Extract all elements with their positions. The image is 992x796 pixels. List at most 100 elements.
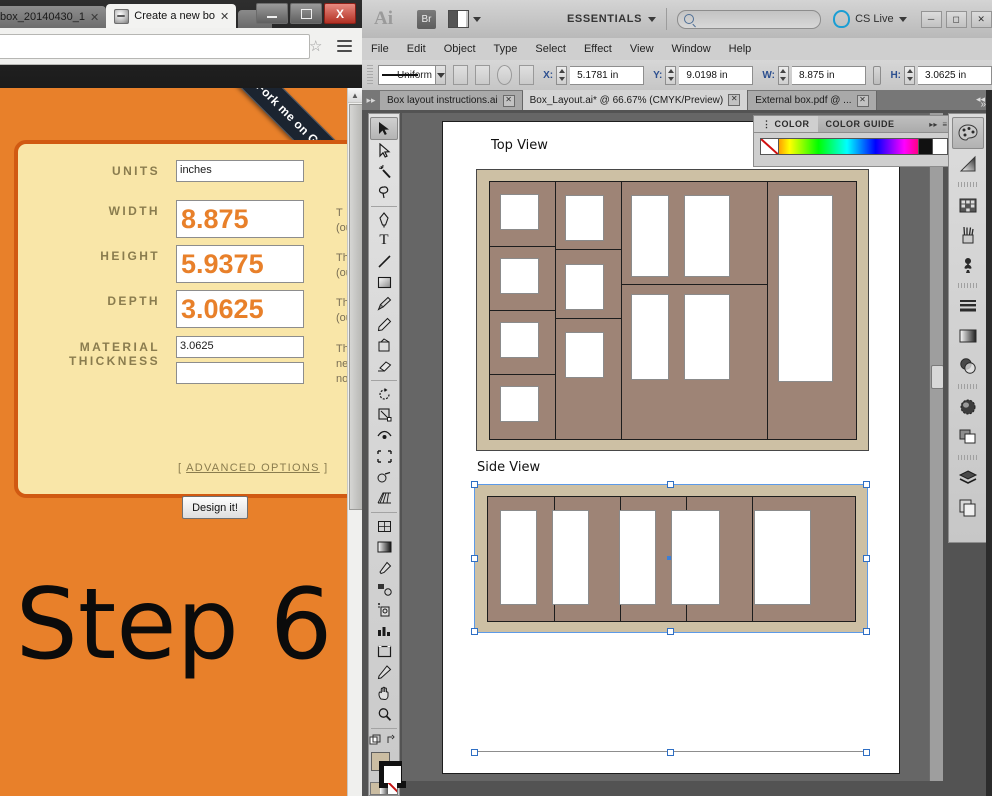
h-stepper[interactable] [904, 65, 916, 85]
shape-builder-tool[interactable] [371, 467, 397, 488]
bridge-button[interactable]: Br [417, 9, 436, 29]
x-position-field[interactable]: X: 5.1781 in [543, 65, 645, 85]
white-color-swatch[interactable] [932, 138, 948, 155]
canvas-scrollbar-vertical[interactable] [929, 113, 943, 781]
top-view-slot[interactable] [684, 294, 730, 380]
scale-tool[interactable] [371, 404, 397, 425]
browser-menu-icon[interactable] [337, 40, 352, 53]
stroke-panel-icon[interactable] [953, 291, 983, 321]
workspace-switcher[interactable]: ESSENTIALS [567, 13, 642, 25]
fill-and-stroke-swatches[interactable] [370, 751, 406, 788]
paintbrush-tool[interactable] [371, 293, 397, 314]
isolate-selected-object-icon[interactable] [453, 65, 469, 85]
top-view-box-inner[interactable] [489, 181, 857, 440]
slice-tool[interactable] [371, 662, 397, 683]
ai-close-button[interactable]: ✕ [970, 10, 992, 28]
units-input[interactable]: inches [176, 160, 304, 182]
selection-handle-br[interactable] [863, 628, 870, 635]
mesh-tool[interactable] [371, 516, 397, 537]
top-view-slot[interactable] [500, 194, 539, 230]
symbol-sprayer-tool[interactable] [371, 599, 397, 620]
cs-live-button[interactable]: CS Live [833, 10, 907, 28]
lower-handle-c[interactable] [667, 749, 674, 756]
help-search-input[interactable] [677, 9, 822, 29]
browser-scrollbar[interactable]: ▲ [347, 88, 362, 796]
top-view-slot[interactable] [500, 258, 539, 294]
browser-tab-0-close-icon[interactable]: ✕ [90, 11, 99, 24]
minimize-button[interactable] [256, 3, 288, 24]
transparency-panel-icon[interactable] [953, 351, 983, 381]
menu-edit[interactable]: Edit [398, 43, 435, 55]
lower-handle-l[interactable] [471, 749, 478, 756]
stroke-profile-select[interactable]: Uniform [377, 65, 436, 85]
close-button[interactable]: X [324, 3, 356, 24]
tab-color-guide[interactable]: COLOR GUIDE [818, 119, 903, 129]
design-it-button[interactable]: Design it! [182, 496, 248, 519]
width-tool[interactable] [371, 425, 397, 446]
transform-reference-point-icon[interactable] [519, 65, 535, 85]
color-panel-expand-icon[interactable]: ▸▸ [929, 120, 937, 129]
artboards-panel-icon[interactable] [953, 493, 983, 523]
menu-select[interactable]: Select [526, 43, 575, 55]
dock-group-grip[interactable] [958, 182, 978, 187]
hand-tool[interactable] [371, 683, 397, 704]
free-transform-tool[interactable] [371, 446, 397, 467]
top-view-box-outer[interactable] [476, 169, 869, 451]
magic-wand-tool[interactable] [371, 161, 397, 182]
artboard[interactable]: Top View Side View [442, 121, 900, 774]
y-stepper[interactable] [665, 65, 677, 85]
collapse-panels-icon[interactable]: ◂◂ [976, 94, 985, 105]
menu-view[interactable]: View [621, 43, 663, 55]
browser-scrollbar-thumb[interactable] [349, 104, 362, 510]
top-view-slot[interactable] [565, 264, 604, 310]
zoom-tool[interactable] [371, 704, 397, 725]
selection-handle-tr[interactable] [863, 481, 870, 488]
constrain-proportions-icon[interactable] [872, 65, 882, 85]
lower-handle-r[interactable] [863, 749, 870, 756]
menu-window[interactable]: Window [663, 43, 720, 55]
rotate-tool[interactable] [371, 384, 397, 405]
h-value[interactable]: 3.0625 in [918, 65, 992, 85]
gradient2-panel-icon[interactable] [953, 321, 983, 351]
arrange-documents-button[interactable] [448, 10, 481, 28]
control-bar-grip[interactable] [367, 65, 373, 85]
color-spectrum-bar[interactable] [760, 138, 934, 155]
menu-help[interactable]: Help [720, 43, 761, 55]
eraser-tool[interactable] [371, 356, 397, 377]
tab-color[interactable]: ⋮ COLOR [754, 116, 818, 132]
appearance-panel-icon[interactable] [953, 392, 983, 422]
depth-input[interactable]: 3.0625 [176, 290, 304, 328]
top-view-slot[interactable] [500, 322, 539, 358]
document-tab-1-close-icon[interactable]: ✕ [728, 94, 741, 106]
selection-handle-tc[interactable] [667, 481, 674, 488]
workspace-chevron-down-icon[interactable] [648, 16, 657, 22]
color-panel[interactable]: ⋮ COLOR COLOR GUIDE ▸▸ ≡ [753, 115, 953, 167]
rectangle-tool[interactable] [371, 272, 397, 293]
canvas-scrollbar-thumb[interactable] [931, 365, 943, 389]
top-view-slot[interactable] [565, 195, 604, 241]
eyedropper-tool[interactable] [371, 558, 397, 579]
material-thickness-input[interactable]: 3.0625 [176, 336, 304, 358]
x-value[interactable]: 5.1781 in [570, 65, 645, 85]
top-view-slot[interactable] [778, 195, 833, 382]
symbols-panel-icon[interactable] [953, 250, 983, 280]
stroke-profile-chevron-down-icon[interactable] [435, 65, 447, 85]
blend-tool[interactable] [371, 579, 397, 600]
menu-effect[interactable]: Effect [575, 43, 621, 55]
x-stepper[interactable] [556, 65, 568, 85]
gradient-panel-icon[interactable] [953, 149, 983, 179]
width-field[interactable]: W: 8.875 in [762, 65, 866, 85]
document-tab-0[interactable]: Box layout instructions.ai ✕ [380, 91, 523, 110]
top-view-slot[interactable] [565, 332, 604, 378]
selection-handle-tl[interactable] [471, 481, 478, 488]
pencil-tool[interactable] [371, 314, 397, 335]
perspective-grid-tool[interactable] [371, 488, 397, 509]
scroll-up-icon[interactable]: ▲ [348, 88, 362, 103]
selection-handle-bl[interactable] [471, 628, 478, 635]
maximize-button[interactable] [290, 3, 322, 24]
selection-tool[interactable] [370, 117, 398, 140]
type-tool[interactable]: T [371, 230, 397, 251]
color-panel-icon[interactable] [952, 117, 984, 149]
top-view-slot[interactable] [684, 195, 730, 277]
document-tab-2[interactable]: External box.pdf @ ... ✕ [748, 91, 877, 110]
